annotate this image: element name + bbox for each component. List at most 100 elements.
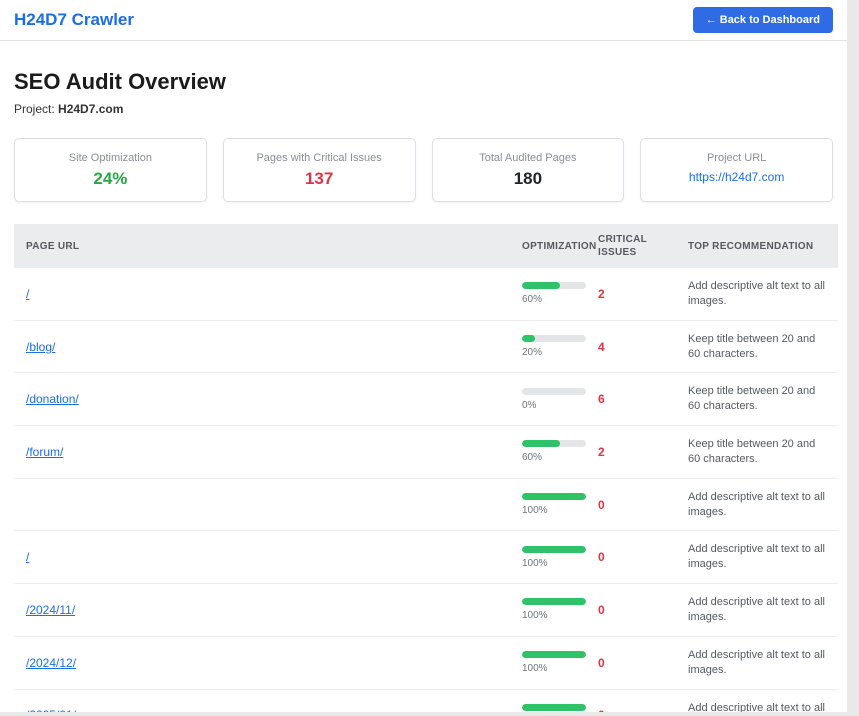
top-recommendation-text: Add descriptive alt text to all images. (676, 531, 838, 584)
optimization-progress-bar (522, 493, 586, 500)
page-url-cell: /blog/ (14, 320, 510, 373)
optimization-progress-bar (522, 598, 586, 605)
stat-cards-row: Site Optimization 24% Pages with Critica… (14, 138, 833, 202)
stat-label: Total Audited Pages (441, 152, 616, 164)
page-title: SEO Audit Overview (14, 69, 833, 95)
main-content: SEO Audit Overview Project: H24D7.com Si… (0, 69, 847, 712)
column-header-top-recommendation: TOP RECOMMENDATION (676, 224, 838, 268)
page-url-cell: /2024/11/ (14, 584, 510, 637)
critical-issues-count: 0 (586, 584, 676, 637)
table-row: / 100%0Add descriptive alt text to all im… (14, 531, 838, 584)
top-recommendation-text: Keep title between 20 and 60 characters. (676, 320, 838, 373)
audit-table-container: PAGE URL OPTIMIZATION CRITICAL ISSUES TO… (14, 224, 833, 712)
stat-label: Site Optimization (23, 152, 198, 164)
optimization-progress-bar (522, 651, 586, 658)
optimization-progress-fill (522, 335, 535, 342)
stat-label: Project URL (649, 152, 824, 164)
stat-card-total-pages: Total Audited Pages 180 (432, 138, 625, 202)
optimization-cell: 0% (510, 373, 586, 426)
top-recommendation-text: Keep title between 20 and 60 characters. (676, 426, 838, 479)
critical-issues-count: 4 (586, 320, 676, 373)
critical-issues-count: 2 (586, 426, 676, 479)
page-url-link[interactable]: / (26, 287, 29, 301)
optimization-cell: 100% (510, 531, 586, 584)
stat-value-site-optimization: 24% (23, 169, 198, 189)
critical-issues-count: 0 (586, 531, 676, 584)
optimization-cell: 60% (510, 426, 586, 479)
stat-card-critical-pages: Pages with Critical Issues 137 (223, 138, 416, 202)
stat-value-total-pages: 180 (441, 169, 616, 189)
table-row: /2024/12/100%0Add descriptive alt text t… (14, 636, 838, 689)
optimization-progress-bar (522, 282, 586, 289)
critical-issues-count: 0 (586, 636, 676, 689)
stat-value-critical-pages: 137 (232, 169, 407, 189)
optimization-percent-label: 100% (522, 505, 574, 516)
column-header-optimization: OPTIMIZATION (510, 224, 586, 268)
page-url-cell: /forum/ (14, 426, 510, 479)
optimization-percent-label: 0% (522, 400, 574, 411)
top-bar: H24D7 Crawler ← Back to Dashboard (0, 0, 847, 41)
app-window: H24D7 Crawler ← Back to Dashboard SEO Au… (0, 0, 847, 712)
optimization-progress-bar (522, 440, 586, 447)
table-row: /forum/60% 2Keep title between 20 and 60 … (14, 426, 838, 479)
top-recommendation-text: Add descriptive alt text to all images. (676, 689, 838, 712)
optimization-percent-label: 20% (522, 347, 574, 358)
table-row: / 60% 2Add descriptive alt text to all ima… (14, 268, 838, 320)
page-url-link[interactable]: /2024/12/ (26, 656, 76, 670)
optimization-progress-fill (522, 704, 586, 711)
optimization-percent-label: 60% (522, 294, 574, 305)
page-url-link[interactable]: /2025/01/ (26, 708, 76, 712)
optimization-percent-label: 100% (522, 663, 574, 674)
table-row: /2025/01/100%0Add descriptive alt text t… (14, 689, 838, 712)
optimization-cell: 100% (510, 478, 586, 531)
column-header-critical-issues: CRITICAL ISSUES (586, 224, 676, 268)
optimization-progress-fill (522, 651, 586, 658)
page-url-link[interactable]: /donation/ (26, 392, 79, 406)
top-recommendation-text: Add descriptive alt text to all images. (676, 584, 838, 637)
project-name: H24D7.com (58, 102, 123, 116)
table-row: /donation/0%6Keep title between 20 and 6… (14, 373, 838, 426)
top-recommendation-text: Keep title between 20 and 60 characters. (676, 373, 838, 426)
stat-card-project-url: Project URL https://h24d7.com (640, 138, 833, 202)
project-label: Project: (14, 102, 55, 116)
page-url-cell: /donation/ (14, 373, 510, 426)
back-to-dashboard-button[interactable]: ← Back to Dashboard (693, 7, 833, 33)
table-row: 100% 0Add descriptive alt text to all ima… (14, 478, 838, 531)
audit-table: PAGE URL OPTIMIZATION CRITICAL ISSUES TO… (14, 224, 838, 712)
table-row: /blog/20% 4Keep title between 20 and 60 c… (14, 320, 838, 373)
stat-label: Pages with Critical Issues (232, 152, 407, 164)
optimization-cell: 60% (510, 268, 586, 320)
optimization-cell: 100% (510, 636, 586, 689)
project-url-link[interactable]: https://h24d7.com (689, 170, 784, 184)
page-url-cell: /2025/01/ (14, 689, 510, 712)
optimization-percent-label: 60% (522, 452, 574, 463)
page-url-link[interactable]: /forum/ (26, 445, 63, 459)
page-url-link[interactable]: / (26, 550, 29, 564)
optimization-progress-fill (522, 598, 586, 605)
page-url-link[interactable]: /blog/ (26, 340, 55, 354)
optimization-progress-fill (522, 493, 586, 500)
audit-table-header: PAGE URL OPTIMIZATION CRITICAL ISSUES TO… (14, 224, 838, 268)
optimization-cell: 100% (510, 584, 586, 637)
page-url-cell: / (14, 268, 510, 320)
optimization-cell: 20% (510, 320, 586, 373)
optimization-progress-fill (522, 440, 560, 447)
top-recommendation-text: Add descriptive alt text to all images. (676, 268, 838, 320)
stat-card-site-optimization: Site Optimization 24% (14, 138, 207, 202)
page-url-link[interactable]: /2024/11/ (26, 603, 75, 617)
optimization-progress-bar (522, 546, 586, 553)
page-url-cell: / (14, 531, 510, 584)
optimization-progress-bar (522, 704, 586, 711)
critical-issues-count: 2 (586, 268, 676, 320)
optimization-progress-bar (522, 335, 586, 342)
critical-issues-count: 0 (586, 478, 676, 531)
page-url-cell (14, 478, 510, 531)
app-brand-title[interactable]: H24D7 Crawler (14, 10, 134, 30)
audit-table-body: /60%2Add descriptive alt text to all ima… (14, 268, 838, 712)
optimization-cell: 100% (510, 689, 586, 712)
table-row: /2024/11/100% 0Add descriptive alt text t… (14, 584, 838, 637)
optimization-percent-label: 100% (522, 610, 574, 621)
top-recommendation-text: Add descriptive alt text to all images. (676, 478, 838, 531)
optimization-progress-fill (522, 282, 560, 289)
optimization-progress-bar (522, 388, 586, 395)
